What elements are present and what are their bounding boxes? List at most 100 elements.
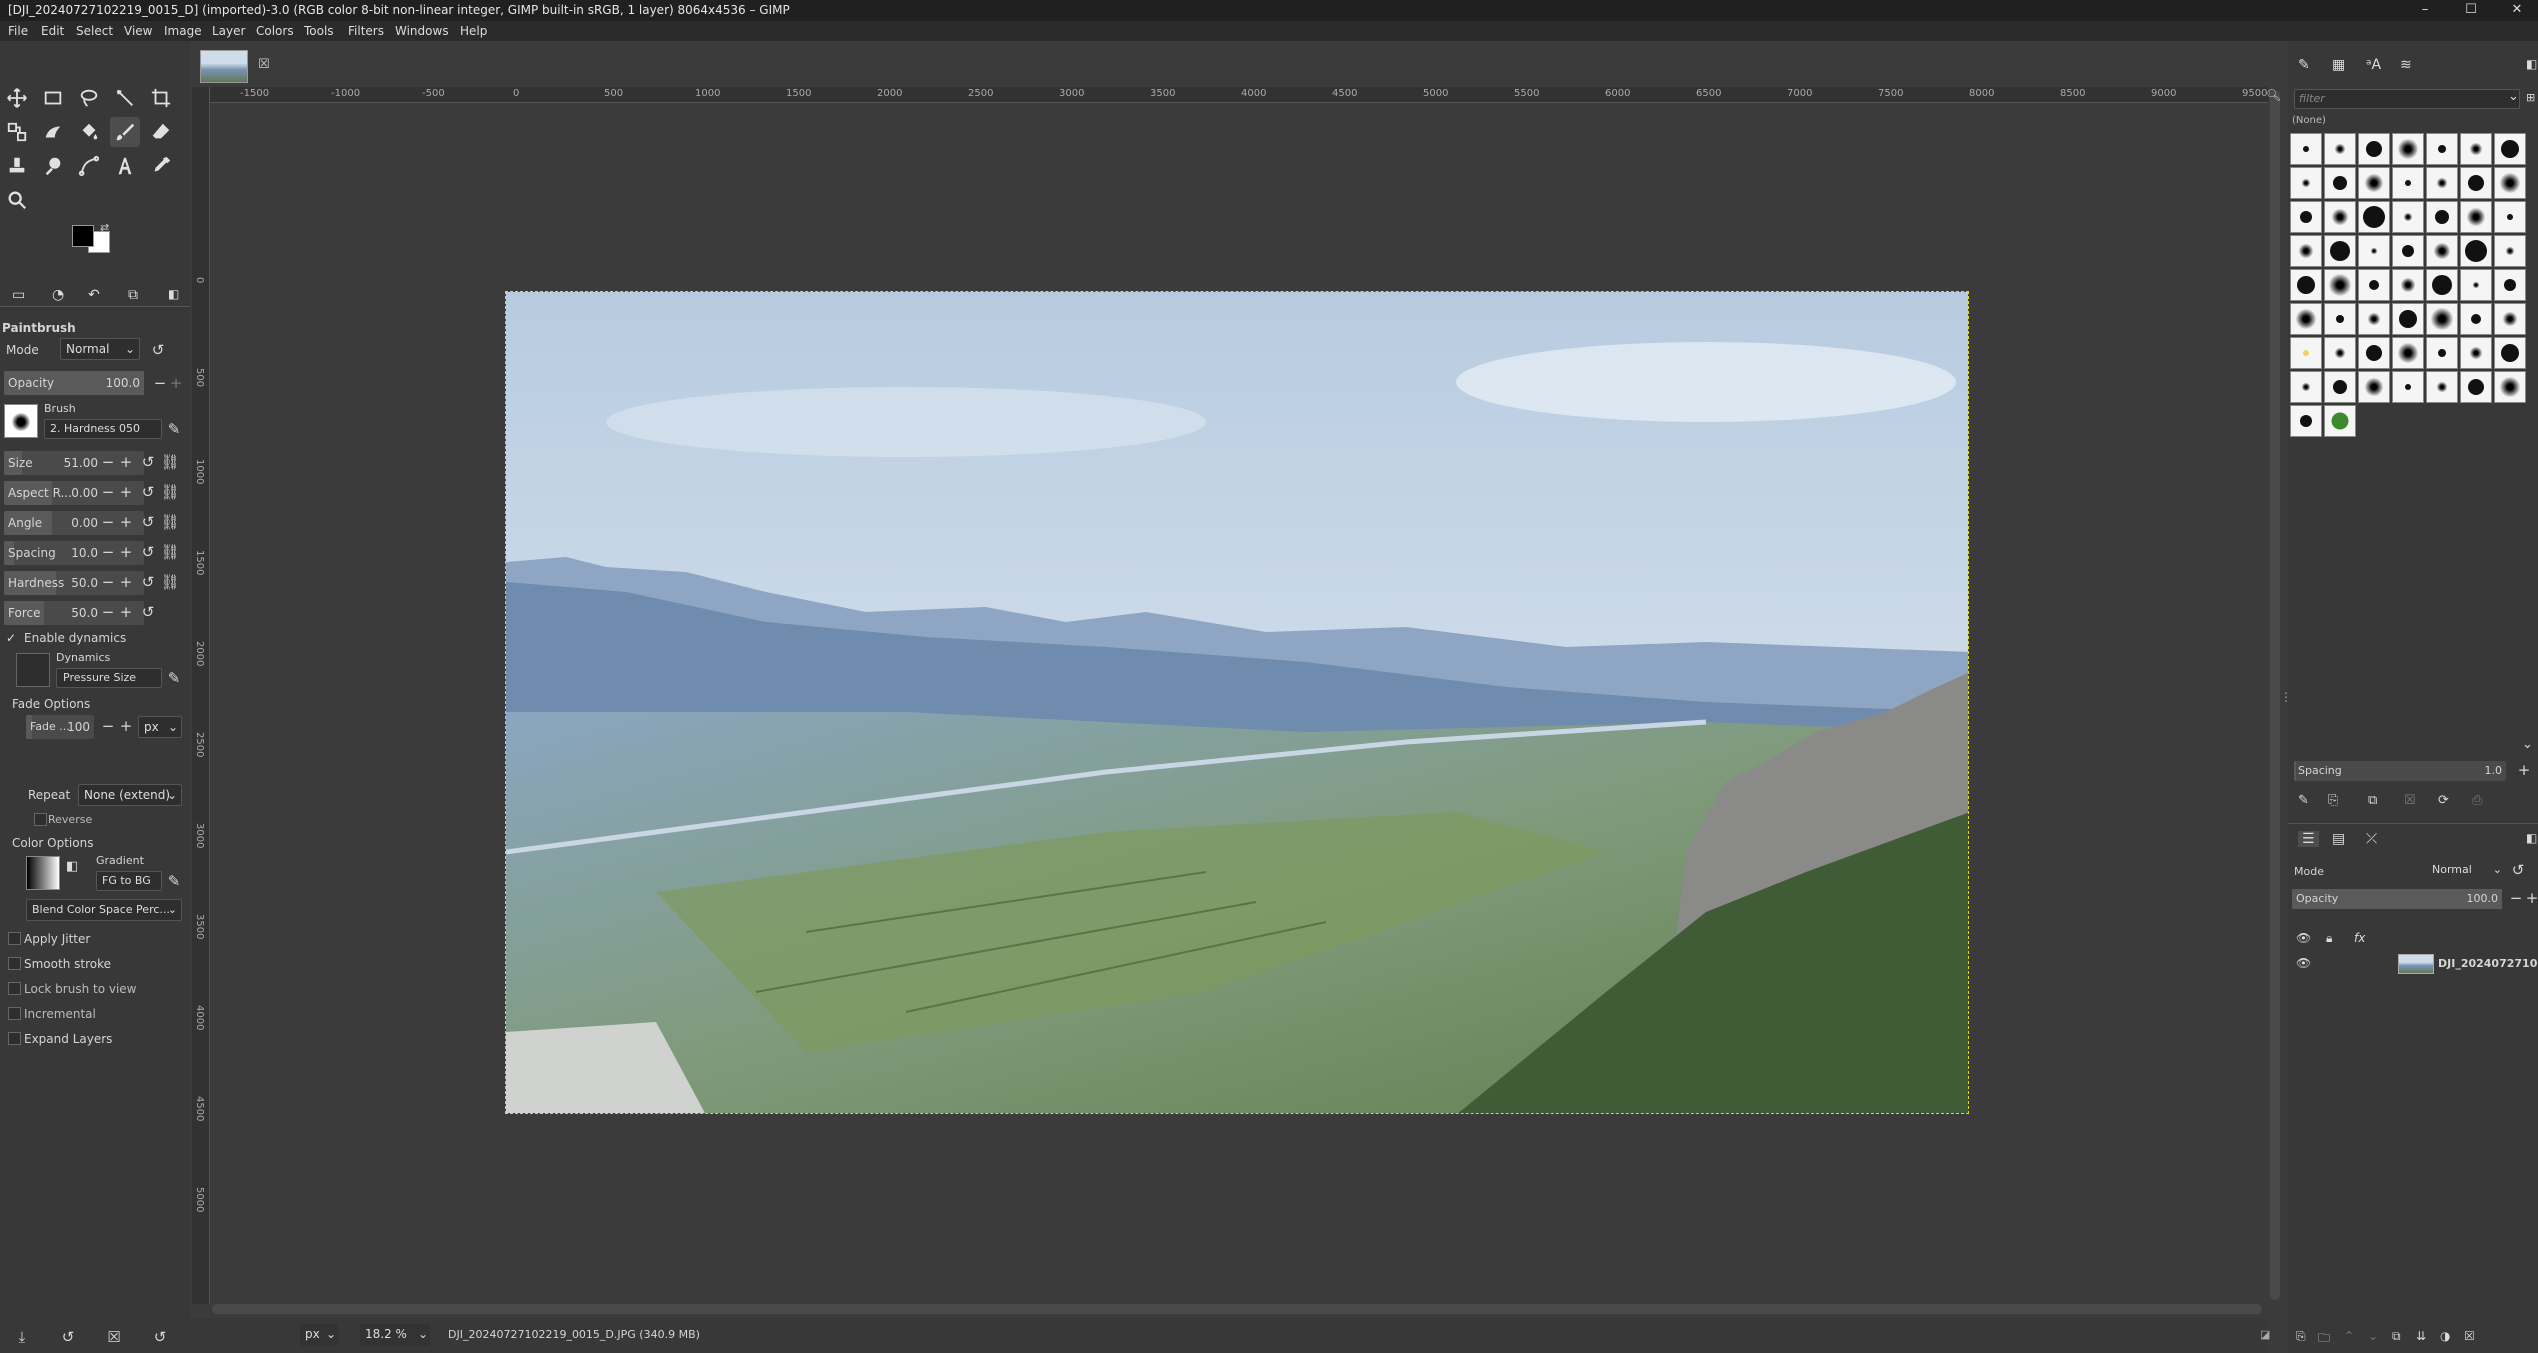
paths-tool-icon[interactable] (74, 151, 104, 181)
brush-cell[interactable] (2358, 269, 2390, 301)
images-tab-icon[interactable]: ⧉ (128, 287, 138, 303)
brush-cell[interactable] (2324, 405, 2356, 437)
size-reset-icon[interactable]: ↺ (138, 453, 158, 471)
zoom-tool-icon[interactable] (2, 185, 32, 215)
edit-brush-icon[interactable]: ✎ (164, 420, 184, 438)
brush-cell[interactable] (2358, 303, 2390, 335)
brush-grid[interactable] (2290, 133, 2536, 483)
opacity-increase-icon[interactable]: + (166, 374, 186, 392)
brush-cell[interactable] (2460, 235, 2492, 267)
brush-cell[interactable] (2426, 201, 2458, 233)
chevron-down-icon[interactable]: ⌄ (2508, 89, 2519, 104)
undo-history-tab-icon[interactable]: ↶ (88, 287, 100, 303)
brush-spacing-increase-icon[interactable]: + (2514, 761, 2534, 779)
brush-cell[interactable] (2426, 269, 2458, 301)
incremental-checkbox[interactable] (8, 1007, 21, 1020)
eraser-tool-icon[interactable] (146, 117, 176, 147)
reset-mode-icon[interactable]: ↺ (148, 341, 168, 359)
bucket-fill-icon[interactable] (74, 117, 104, 147)
brush-cell[interactable] (2460, 371, 2492, 403)
menu-layer[interactable]: Layer (212, 24, 245, 38)
tool-options-tab-icon[interactable]: ▭ (12, 287, 25, 303)
brush-cell[interactable] (2392, 167, 2424, 199)
spacing-decrease-icon[interactable]: − (98, 543, 118, 561)
swap-colors-icon[interactable]: ⇄ (100, 221, 109, 234)
layer-row[interactable]: 👁︎ DJI_20240727102 (2288, 951, 2538, 977)
move-tool-icon[interactable] (2, 83, 32, 113)
layer-mode-reset-icon[interactable]: ↺ (2508, 861, 2528, 879)
brush-cell[interactable] (2460, 269, 2492, 301)
size-decrease-icon[interactable]: − (98, 453, 118, 471)
menu-help[interactable]: Help (460, 24, 487, 38)
minimize-button[interactable]: – (2402, 0, 2448, 21)
refresh-brushes-icon[interactable]: ⟳ (2438, 793, 2449, 808)
merge-layer-icon[interactable]: ⇊ (2416, 1329, 2426, 1343)
brush-cell[interactable] (2392, 133, 2424, 165)
brush-cell[interactable] (2290, 133, 2322, 165)
brush-cell[interactable] (2290, 337, 2322, 369)
rect-select-icon[interactable] (38, 83, 68, 113)
brush-cell[interactable] (2358, 337, 2390, 369)
canvas-image[interactable] (505, 291, 1969, 1114)
paths-tab-icon[interactable]: ⤫ (2366, 831, 2377, 847)
repeat-select[interactable]: None (extend) ⌄ (78, 784, 182, 806)
angle-decrease-icon[interactable]: − (98, 513, 118, 531)
configure-tab-icon[interactable]: ◧ (168, 287, 179, 301)
new-layer-icon[interactable]: ⎘ (2296, 1329, 2306, 1344)
free-select-icon[interactable] (74, 83, 104, 113)
force-decrease-icon[interactable]: − (98, 603, 118, 621)
expand-layers-checkbox[interactable] (8, 1032, 21, 1045)
reset-options-icon[interactable]: ↺ (150, 1328, 170, 1346)
gradient-name-field[interactable]: FG to BG (96, 871, 162, 891)
brush-preview[interactable] (4, 404, 38, 438)
spacing-link-icon[interactable]: ⛓ (160, 543, 180, 561)
hardness-reset-icon[interactable]: ↺ (138, 573, 158, 591)
delete-brush-icon[interactable]: ☒ (2404, 793, 2416, 808)
brush-cell[interactable] (2392, 337, 2424, 369)
color-picker-icon[interactable] (146, 151, 176, 181)
brush-cell[interactable] (2324, 201, 2356, 233)
brush-cell[interactable] (2358, 371, 2390, 403)
brush-filter-input[interactable]: filter (2294, 89, 2520, 109)
brush-cell[interactable] (2324, 337, 2356, 369)
enable-dynamics-checkbox[interactable]: Enable dynamics (24, 631, 126, 645)
vertical-scrollbar[interactable] (2270, 90, 2280, 1300)
brush-cell[interactable] (2494, 371, 2526, 403)
layer-visibility-icon[interactable]: 👁︎ (2296, 956, 2311, 970)
menu-colors[interactable]: Colors (256, 24, 294, 38)
brush-name-field[interactable]: 2. Hardness 050 (44, 419, 162, 439)
clone-tool-icon[interactable] (2, 151, 32, 181)
layers-tab-icon[interactable]: ☰ (2298, 831, 2319, 847)
maximize-button[interactable]: ☐ (2448, 0, 2494, 21)
aspect-decrease-icon[interactable]: − (98, 483, 118, 501)
size-link-icon[interactable]: ⛓ (160, 453, 180, 471)
brush-spacing-slider[interactable]: Spacing 1.0 (2294, 761, 2506, 781)
save-options-icon[interactable]: ⤓ (12, 1328, 32, 1346)
fade-options-label[interactable]: Fade Options (12, 697, 90, 711)
open-brush-icon[interactable]: ⎙ (2472, 793, 2482, 808)
brush-cell[interactable] (2426, 337, 2458, 369)
brush-cell[interactable] (2358, 235, 2390, 267)
brush-cell[interactable] (2494, 269, 2526, 301)
warp-tool-icon[interactable] (38, 117, 68, 147)
brush-cell[interactable] (2426, 303, 2458, 335)
brush-cell[interactable] (2290, 235, 2322, 267)
brush-cell[interactable] (2324, 371, 2356, 403)
brush-cell[interactable] (2290, 303, 2322, 335)
dynamics-name-field[interactable]: Pressure Size (56, 668, 162, 688)
lock-brush-checkbox[interactable] (8, 982, 21, 995)
spacing-increase-icon[interactable]: + (116, 543, 136, 561)
document-history-tab-icon[interactable]: ≋ (2400, 57, 2412, 73)
hardness-decrease-icon[interactable]: − (98, 573, 118, 591)
reverse-checkbox[interactable] (34, 813, 47, 826)
edit-dynamics-icon[interactable]: ✎ (164, 669, 184, 687)
brush-cell[interactable] (2290, 167, 2322, 199)
menu-file[interactable]: File (8, 24, 28, 38)
blend-space-select[interactable]: Blend Color Space Perc... ⌄ (26, 899, 182, 921)
brush-cell[interactable] (2426, 167, 2458, 199)
close-window-button[interactable]: ✕ (2494, 0, 2538, 21)
brush-cell[interactable] (2392, 269, 2424, 301)
menu-image[interactable]: Image (164, 24, 202, 38)
lower-layer-icon[interactable]: ⌄ (2368, 1329, 2378, 1343)
fuzzy-select-icon[interactable] (110, 83, 140, 113)
